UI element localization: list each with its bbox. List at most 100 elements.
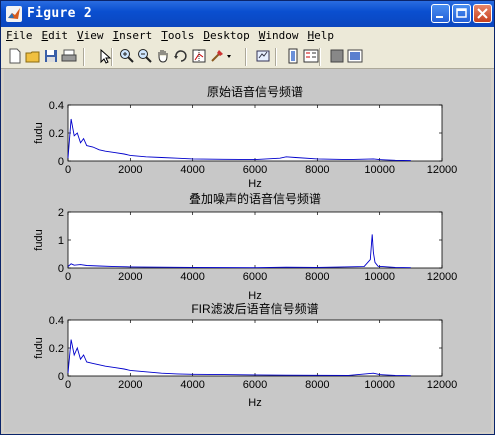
plot-area[interactable]: [67, 104, 443, 162]
x-tick-label: 6000: [243, 164, 267, 176]
axes-title: 叠加噪声的语音信号频谱: [189, 191, 321, 206]
menu-label-rest: elp: [314, 29, 334, 42]
rotate-3d-icon[interactable]: [173, 48, 189, 64]
y-axis-label: fudu: [33, 337, 45, 358]
y-tick-label: 0.2: [49, 343, 64, 355]
figure-canvas: 0 2000 4000 6000 8000 10000 12000 0 0.2 0.4 原始语音信号…: [4, 69, 491, 432]
menu-edit[interactable]: Edit: [37, 27, 73, 42]
axes-title: 原始语音信号频谱: [207, 84, 303, 99]
x-tick-label: 8000: [305, 164, 329, 176]
menu-mnemonic: T: [161, 29, 168, 42]
x-tick-label: 4000: [180, 164, 204, 176]
x-tick-label: 6000: [243, 271, 267, 283]
menu-label-rest: ile: [12, 29, 33, 42]
maximize-icon: [456, 8, 467, 18]
x-tick-label: 6000: [243, 379, 267, 391]
y-tick-label: 0.4: [49, 315, 64, 327]
x-tick-label: 4000: [180, 379, 204, 391]
x-tick-label: 12000: [427, 379, 458, 391]
y-tick-label: 2: [58, 207, 64, 219]
menu-view[interactable]: View: [72, 27, 108, 42]
menu-label-rest: ools: [167, 29, 195, 42]
x-tick-label: 0: [65, 271, 71, 283]
axes-2[interactable]: 0 2000 4000 6000 8000 10000 12000 0 1 2 叠加噪声的语音信号频…: [33, 191, 457, 302]
toolbar-separator: [275, 48, 277, 66]
x-tick-label: 0: [65, 379, 71, 391]
brush-icon[interactable]: [209, 48, 225, 64]
insert-colorbar-icon[interactable]: [285, 48, 301, 64]
menu-tools[interactable]: Tools: [156, 27, 198, 42]
y-tick-label: 0: [58, 371, 64, 383]
menu-file[interactable]: File: [1, 27, 37, 42]
zoom-out-icon[interactable]: [137, 48, 153, 64]
x-tick-label: 0: [65, 164, 71, 176]
figure-window: Figure 2 File Edit View Insert Tools Desktop W…: [0, 0, 495, 435]
window-title: Figure 2: [27, 6, 93, 21]
x-tick-label: 8000: [305, 379, 329, 391]
y-axis-label: fudu: [33, 229, 45, 250]
open-file-icon[interactable]: [25, 48, 41, 64]
x-tick-label: 8000: [305, 271, 329, 283]
x-tick-label: 12000: [427, 164, 458, 176]
x-tick-label: 2000: [118, 271, 142, 283]
figure-toolbar: [1, 45, 494, 69]
menu-label-rest: nsert: [119, 29, 153, 42]
y-tick-label: 0: [58, 263, 64, 275]
print-icon[interactable]: [61, 48, 77, 64]
x-tick-label: 4000: [180, 271, 204, 283]
axes-title: FIR滤波后语音信号频谱: [191, 301, 318, 316]
menu-label-rest: dit: [48, 29, 68, 42]
menu-label-rest: esktop: [210, 29, 250, 42]
menu-mnemonic: V: [77, 29, 84, 42]
x-axis-label: Hz: [248, 397, 261, 409]
save-icon[interactable]: [43, 48, 59, 64]
plot-area[interactable]: [67, 211, 443, 269]
title-bar[interactable]: Figure 2: [1, 1, 494, 27]
toolbar-separator: [319, 48, 321, 66]
insert-legend-icon[interactable]: [303, 48, 319, 64]
x-tick-label: 12000: [427, 271, 458, 283]
new-figure-icon[interactable]: [7, 48, 23, 64]
axes-1[interactable]: 0 2000 4000 6000 8000 10000 12000 0 0.2 0.4 原始语音信号…: [33, 84, 457, 190]
x-tick-label: 2000: [118, 379, 142, 391]
minimize-button[interactable]: [431, 4, 450, 23]
menu-label-rest: iew: [83, 29, 104, 42]
brush-dropdown-icon[interactable]: [225, 48, 233, 64]
edit-plot-arrow-icon[interactable]: [97, 48, 113, 64]
menu-mnemonic: D: [203, 29, 210, 42]
minimize-icon: [436, 16, 443, 18]
menu-mnemonic: F: [6, 29, 13, 42]
toolbar-separator: [83, 48, 85, 66]
menu-help[interactable]: Help: [303, 27, 339, 42]
menu-desktop[interactable]: Desktop: [198, 27, 253, 42]
y-axis-label: fudu: [33, 122, 45, 143]
x-tick-label: 10000: [364, 271, 395, 283]
y-tick-label: 0.4: [49, 100, 64, 112]
close-button[interactable]: [473, 4, 492, 23]
pan-hand-icon[interactable]: [155, 48, 171, 64]
close-icon: [477, 8, 488, 19]
zoom-in-icon[interactable]: [119, 48, 135, 64]
plot-area[interactable]: [67, 319, 443, 377]
y-tick-label: 0.2: [49, 128, 64, 140]
x-tick-label: 10000: [364, 164, 395, 176]
x-axis-label: Hz: [248, 290, 261, 302]
menu-window[interactable]: Window: [254, 27, 303, 42]
x-tick-label: 10000: [364, 379, 395, 391]
y-tick-label: 1: [58, 235, 64, 247]
data-cursor-icon[interactable]: [191, 48, 207, 64]
menu-insert[interactable]: Insert: [108, 27, 157, 42]
matlab-logo-icon: [6, 6, 22, 22]
x-axis-label: Hz: [248, 178, 261, 190]
y-tick-label: 0: [58, 156, 64, 168]
link-plot-icon[interactable]: [255, 48, 271, 64]
show-plot-tools-icon[interactable]: [347, 48, 363, 64]
axes-3[interactable]: 0 2000 4000 6000 8000 10000 12000 0 0.2 0.4 FIR滤波后…: [33, 301, 457, 409]
toolbar-separator: [245, 48, 247, 66]
figure-plots: 0 2000 4000 6000 8000 10000 1200000.20.4原始语音信号…: [33, 84, 457, 409]
hide-plot-tools-icon[interactable]: [329, 48, 345, 64]
menu-bar: File Edit View Insert Tools Desktop Window Help: [1, 27, 494, 45]
maximize-button[interactable]: [452, 4, 471, 23]
x-tick-label: 2000: [118, 164, 142, 176]
menu-label-rest: indow: [265, 29, 299, 42]
